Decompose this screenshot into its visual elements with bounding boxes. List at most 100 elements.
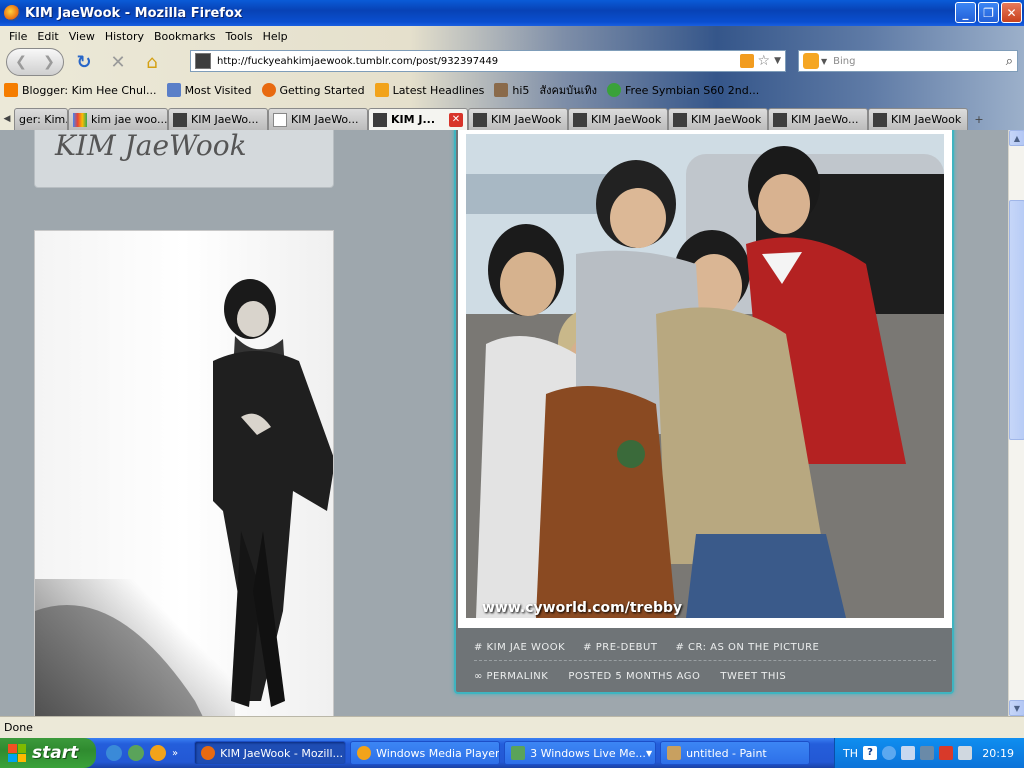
menu-edit[interactable]: Edit xyxy=(32,30,63,43)
menu-file[interactable]: File xyxy=(4,30,32,43)
close-tab-icon[interactable]: ✕ xyxy=(449,112,463,127)
tab[interactable]: KIM JaeWo... xyxy=(168,108,268,130)
menu-bar: File Edit View History Bookmarks Tools H… xyxy=(0,26,293,46)
users-icon[interactable] xyxy=(920,746,934,760)
menu-tools[interactable]: Tools xyxy=(220,30,257,43)
sidebar-photo xyxy=(34,230,334,716)
floor-shadow xyxy=(35,579,235,716)
scroll-down-icon[interactable]: ▼ xyxy=(1009,700,1024,716)
language-indicator[interactable]: TH xyxy=(843,747,858,760)
bookmark-item[interactable]: Most Visited xyxy=(166,83,252,97)
media-player-icon[interactable] xyxy=(150,745,166,761)
network-icon[interactable] xyxy=(901,746,915,760)
media-player-icon xyxy=(357,746,372,760)
quick-launch-expand-icon[interactable]: » xyxy=(172,748,178,759)
search-icon[interactable]: ⌕ xyxy=(1006,54,1013,69)
bookmark-star-icon[interactable]: ☆ xyxy=(758,53,771,69)
home-icon[interactable]: ⌂ xyxy=(138,48,166,76)
tab[interactable]: KIM JaeWook xyxy=(668,108,768,130)
tab-scroll-left-icon[interactable]: ◀ xyxy=(0,108,14,130)
site-favicon-icon xyxy=(873,112,887,127)
group-dropdown-icon[interactable]: ▼ xyxy=(646,749,652,758)
folder-icon xyxy=(166,83,181,97)
tray-expand-icon[interactable] xyxy=(882,746,896,760)
menu-view[interactable]: View xyxy=(64,30,100,43)
search-engine-dropdown-icon[interactable]: ▼ xyxy=(821,57,827,66)
scroll-up-icon[interactable]: ▲ xyxy=(1009,130,1024,146)
browser-chrome: File Edit View History Bookmarks Tools H… xyxy=(0,26,1024,130)
permalink-link[interactable]: ∞ PERMALINK xyxy=(474,671,548,682)
post-tags: # KIM JAE WOOK # PRE-DEBUT # CR: AS ON T… xyxy=(474,642,819,653)
volume-icon[interactable] xyxy=(958,746,972,760)
forward-arrow-icon[interactable]: ❯ xyxy=(43,54,55,70)
tab-active[interactable]: KIM J... ✕ xyxy=(368,108,468,130)
search-bar[interactable]: ▼ Bing ⌕ xyxy=(798,50,1018,72)
stop-icon[interactable]: ✕ xyxy=(104,48,132,76)
bookmark-item[interactable]: hi5 xyxy=(494,83,529,97)
help-icon[interactable]: ? xyxy=(863,746,877,760)
bookmark-item[interactable]: สังคมบันเทิง xyxy=(539,81,597,99)
firefox-icon xyxy=(201,746,216,760)
minimize-button[interactable]: _ xyxy=(955,2,976,23)
rss-feed-icon xyxy=(374,83,389,97)
blog-title[interactable]: KIM JaeWook xyxy=(55,130,247,162)
bookmark-item[interactable]: Getting Started xyxy=(261,83,365,97)
blog-header: KIM JaeWook xyxy=(34,130,334,188)
internet-explorer-icon[interactable] xyxy=(106,745,122,761)
site-favicon-icon xyxy=(573,112,587,127)
tab[interactable]: KIM JaeWook xyxy=(468,108,568,130)
taskbar-item[interactable]: Windows Media Player xyxy=(350,741,501,765)
firefox-icon xyxy=(261,83,276,97)
window-title: KIM JaeWook - Mozilla Firefox xyxy=(25,5,243,21)
close-button[interactable]: ✕ xyxy=(1001,2,1022,23)
menu-help[interactable]: Help xyxy=(258,30,293,43)
bookmark-item[interactable]: Latest Headlines xyxy=(374,83,484,97)
restore-button[interactable]: ❐ xyxy=(978,2,999,23)
taskbar-tasks: KIM JaeWook - Mozill... Windows Media Pl… xyxy=(194,741,811,765)
group-photo[interactable]: www.cyworld.com/trebby xyxy=(466,134,944,618)
group-of-five-photo xyxy=(466,134,944,618)
scrollbar-thumb[interactable] xyxy=(1009,200,1024,440)
hi5-icon xyxy=(494,83,509,97)
menu-bookmarks[interactable]: Bookmarks xyxy=(149,30,220,43)
tab[interactable]: KIM JaeWo... xyxy=(768,108,868,130)
blogger-icon xyxy=(4,83,18,97)
tag-link[interactable]: # PRE-DEBUT xyxy=(583,642,657,653)
paint-icon xyxy=(667,746,682,760)
clock: 20:19 xyxy=(982,746,1014,760)
url-dropdown-icon[interactable]: ▼ xyxy=(774,56,781,66)
post-meta: ∞ PERMALINK POSTED 5 MONTHS AGO TWEET TH… xyxy=(474,671,786,682)
tab[interactable]: kim jae woo... xyxy=(68,108,168,130)
new-tab-icon[interactable]: + xyxy=(968,108,990,130)
tab[interactable]: KIM JaeWook xyxy=(568,108,668,130)
window-titlebar[interactable]: KIM JaeWook - Mozilla Firefox _ ❐ ✕ xyxy=(0,0,1024,26)
taskbar-item[interactable]: 3 Windows Live Me... ▼ xyxy=(504,741,657,765)
search-input[interactable]: Bing xyxy=(833,56,1006,67)
antivirus-icon[interactable] xyxy=(939,746,953,760)
tag-link[interactable]: # CR: AS ON THE PICTURE xyxy=(675,642,819,653)
reload-icon[interactable]: ↻ xyxy=(70,48,98,76)
vertical-scrollbar[interactable]: ▲ ▼ xyxy=(1008,130,1024,716)
back-arrow-icon[interactable]: ❮ xyxy=(15,54,27,70)
photo-watermark: www.cyworld.com/trebby xyxy=(482,600,683,616)
bookmark-item[interactable]: Blogger: Kim Hee Chul... xyxy=(4,83,157,97)
tab[interactable]: ger: Kim... xyxy=(14,108,68,130)
menu-history[interactable]: History xyxy=(100,30,149,43)
tab-bar: ◀ ger: Kim... kim jae woo... KIM JaeWo..… xyxy=(0,106,1024,130)
tab[interactable]: KIM JaeWook xyxy=(868,108,968,130)
posted-date-link[interactable]: POSTED 5 MONTHS AGO xyxy=(568,671,700,682)
site-favicon-icon xyxy=(673,112,687,127)
messenger-icon[interactable] xyxy=(128,745,144,761)
address-bar[interactable]: http://fuckyeahkimjaewook.tumblr.com/pos… xyxy=(190,50,786,72)
tag-link[interactable]: # KIM JAE WOOK xyxy=(474,642,565,653)
taskbar-item[interactable]: untitled - Paint xyxy=(660,741,811,765)
tweet-this-link[interactable]: TWEET THIS xyxy=(720,671,786,682)
search-engine-icon[interactable] xyxy=(803,53,819,69)
firefox-icon xyxy=(4,5,20,21)
tab[interactable]: KIM JaeWo... xyxy=(268,108,368,130)
rss-feed-icon[interactable] xyxy=(739,54,754,68)
taskbar-item[interactable]: KIM JaeWook - Mozill... xyxy=(194,741,347,765)
bookmark-item[interactable]: Free Symbian S60 2nd... xyxy=(607,83,759,97)
url-text[interactable]: http://fuckyeahkimjaewook.tumblr.com/pos… xyxy=(217,56,740,67)
start-button[interactable]: start xyxy=(0,738,96,768)
